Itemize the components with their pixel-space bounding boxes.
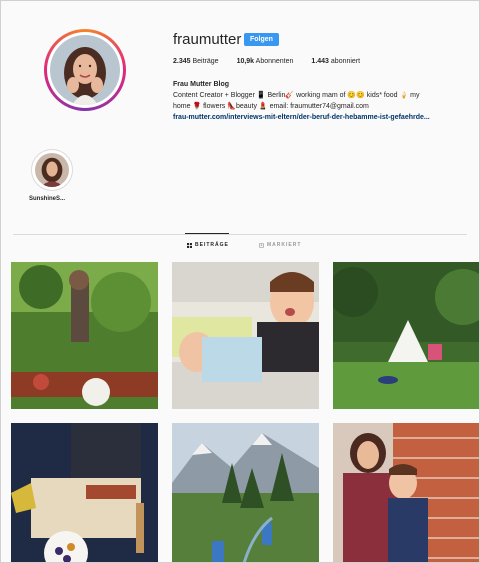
photo-garden-icon xyxy=(11,262,158,409)
post-tile[interactable] xyxy=(172,262,319,409)
grid-icon xyxy=(187,242,192,248)
active-tab-indicator xyxy=(185,233,229,234)
following-stat[interactable]: 1.443 abonniert xyxy=(311,58,360,65)
bio-link[interactable]: frau-mutter.com/interviews-mit-eltern/de… xyxy=(173,112,473,123)
followers-stat[interactable]: 10,9k Abonnenten xyxy=(237,58,294,65)
photo-baking-icon xyxy=(11,423,158,562)
photo-mountain-icon xyxy=(172,423,319,562)
post-tile[interactable] xyxy=(333,423,479,562)
instagram-profile-page: fraumutter Folgen 2.345 Beiträge 10,9k A… xyxy=(0,0,480,563)
photo-tent-icon xyxy=(333,262,479,409)
follow-button[interactable]: Folgen xyxy=(244,33,279,46)
profile-avatar[interactable] xyxy=(44,29,126,111)
tab-tagged[interactable]: MARKIERT xyxy=(259,242,301,248)
post-tile[interactable] xyxy=(172,423,319,562)
tag-icon xyxy=(259,242,264,248)
bio-line-2: home 🌹 flowers 👠beauty 💄 email: fraumutt… xyxy=(173,103,369,110)
post-tile[interactable] xyxy=(11,262,158,409)
story-highlight[interactable]: SunshineS... xyxy=(29,149,75,202)
profile-username: fraumutter xyxy=(173,31,242,48)
highlight-cover-image xyxy=(35,153,69,187)
bio-line-1: Content Creator + Blogger 📱 Berlin🎸 work… xyxy=(173,92,420,99)
profile-stats: 2.345 Beiträge 10,9k Abonnenten 1.443 ab… xyxy=(173,58,360,65)
posts-stat[interactable]: 2.345 Beiträge xyxy=(173,58,219,65)
photo-kids-bed-icon xyxy=(172,262,319,409)
profile-bio: Frau Mutter Blog Content Creator + Blogg… xyxy=(173,79,473,123)
post-tile[interactable] xyxy=(333,262,479,409)
avatar-photo xyxy=(50,35,120,105)
highlight-label: SunshineS... xyxy=(29,196,66,202)
profile-full-name: Frau Mutter Blog xyxy=(173,81,229,88)
tab-posts[interactable]: BEITRÄGE xyxy=(187,242,229,248)
photo-mother-son-icon xyxy=(333,423,479,562)
tabs-divider xyxy=(13,234,467,235)
post-tile[interactable] xyxy=(11,423,158,562)
